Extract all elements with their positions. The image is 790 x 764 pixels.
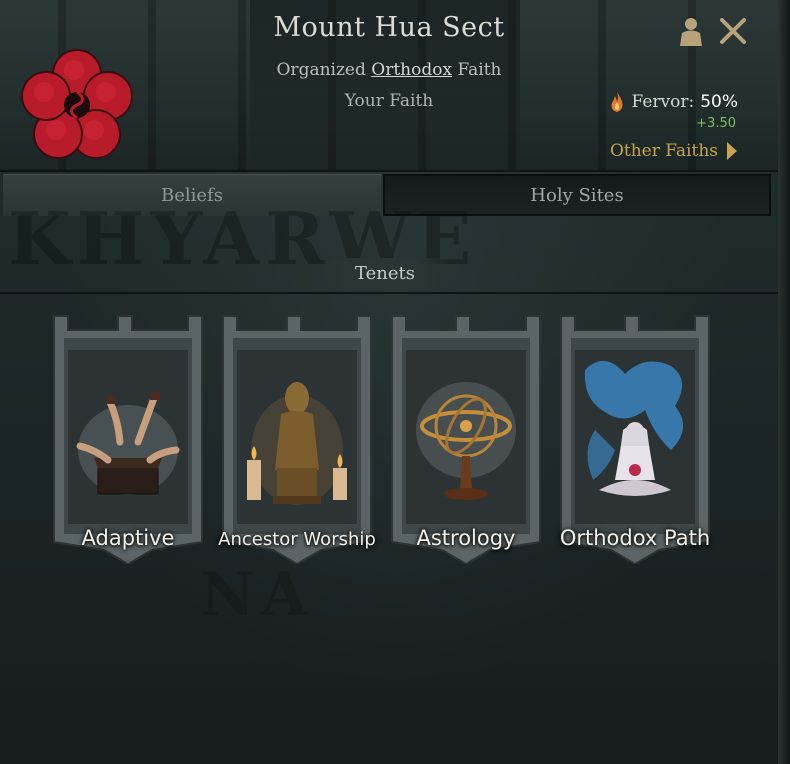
section-divider <box>0 292 778 294</box>
tenet-label: Astrology <box>416 526 516 550</box>
faith-tabs: Beliefs Holy Sites <box>3 174 771 218</box>
tenet-label: Orthodox Path <box>559 526 711 550</box>
faith-title: Mount Hua Sect <box>273 12 505 43</box>
faith-word: Faith <box>457 60 502 80</box>
tenet-cards: Adaptive Ancestor Worship Astrology Orth… <box>52 314 712 574</box>
other-faiths-button[interactable]: Other Faiths <box>610 141 738 161</box>
fervor-display[interactable]: Fervor: 50% <box>609 92 738 112</box>
header-actions <box>676 14 748 48</box>
tenet-card-adaptive[interactable]: Adaptive <box>52 314 204 564</box>
fervor-label: Fervor: <box>631 92 695 112</box>
ancestor-statue-icon <box>247 382 347 505</box>
tenet-card-ancestor-worship[interactable]: Ancestor Worship <box>218 314 376 564</box>
fervor-value: 50% <box>700 92 738 112</box>
chevron-right-icon <box>727 142 737 160</box>
fervor-change: +3.50 <box>696 116 736 131</box>
tab-holy-sites[interactable]: Holy Sites <box>383 174 771 216</box>
character-icon[interactable] <box>676 14 706 48</box>
meditating-figure-icon <box>584 360 684 496</box>
faith-organization: Organized <box>276 60 366 80</box>
tenet-card-astrology[interactable]: Astrology <box>390 314 542 564</box>
hands-on-chest-icon <box>76 392 180 495</box>
tenet-label: Adaptive <box>81 526 175 550</box>
doctrine-link[interactable]: Orthodox <box>371 60 452 80</box>
close-icon[interactable] <box>718 14 748 48</box>
other-faiths-label: Other Faiths <box>609 141 718 161</box>
faith-header: Mount Hua Sect Organized Orthodox Faith … <box>0 0 778 172</box>
faith-panel: Mount Hua Sect Organized Orthodox Faith … <box>0 0 790 764</box>
tab-beliefs[interactable]: Beliefs <box>3 174 381 216</box>
tenet-label: Ancestor Worship <box>218 529 376 550</box>
flame-icon <box>612 92 623 112</box>
faith-emblem-icon <box>21 49 133 159</box>
tenets-section-title: Tenets <box>321 258 449 290</box>
armillary-sphere-icon <box>416 382 516 500</box>
tenet-card-orthodox-path[interactable]: Orthodox Path <box>559 314 711 564</box>
